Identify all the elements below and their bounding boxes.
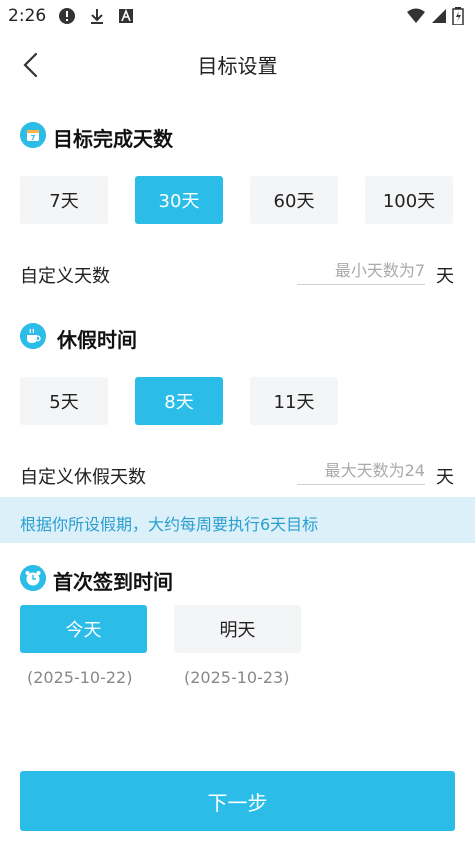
checkin-today-button[interactable]: 今天 (20, 605, 147, 653)
custom-days-label: 自定义天数 (20, 266, 110, 287)
custom-vacation-input[interactable] (297, 461, 425, 485)
svg-text:7: 7 (31, 134, 36, 142)
checkin-today-date: (2025-10-22) (27, 668, 133, 687)
vacation-option-5[interactable]: 5天 (20, 377, 108, 425)
goal-option-7[interactable]: 7天 (20, 176, 108, 224)
goal-option-100[interactable]: 100天 (365, 176, 453, 224)
font-a-icon (119, 8, 133, 23)
vacation-option-11[interactable]: 11天 (250, 377, 338, 425)
custom-vacation-label: 自定义休假天数 (20, 467, 146, 488)
checkin-tomorrow-button[interactable]: 明天 (174, 605, 301, 653)
calendar-icon: 7 (20, 122, 46, 148)
next-step-button[interactable]: 下一步 (20, 771, 455, 831)
goal-section-title: 目标完成天数 (53, 127, 173, 151)
page-title: 目标设置 (197, 54, 278, 78)
vacation-option-8[interactable]: 8天 (135, 377, 223, 425)
download-icon (91, 9, 103, 24)
custom-days-input[interactable] (297, 261, 425, 285)
battery-charging-icon (452, 7, 464, 25)
alert-circle-icon (59, 8, 75, 24)
signal-icon (432, 9, 446, 23)
custom-days-unit: 天 (436, 266, 454, 287)
goal-option-60[interactable]: 60天 (250, 176, 338, 224)
coffee-cup-icon (20, 323, 46, 349)
goal-option-30[interactable]: 30天 (135, 176, 223, 224)
status-time: 2:26 (8, 6, 47, 26)
vacation-section-title: 休假时间 (57, 328, 137, 352)
wifi-icon (407, 8, 425, 23)
checkin-tomorrow-date: (2025-10-23) (184, 668, 290, 687)
hint-text: 根据你所设假期，大约每周要执行6天目标 (20, 515, 319, 534)
alarm-clock-icon (20, 565, 46, 591)
status-bar: 2:26 (0, 0, 475, 32)
checkin-section-title: 首次签到时间 (53, 570, 173, 594)
custom-vacation-unit: 天 (436, 467, 454, 488)
